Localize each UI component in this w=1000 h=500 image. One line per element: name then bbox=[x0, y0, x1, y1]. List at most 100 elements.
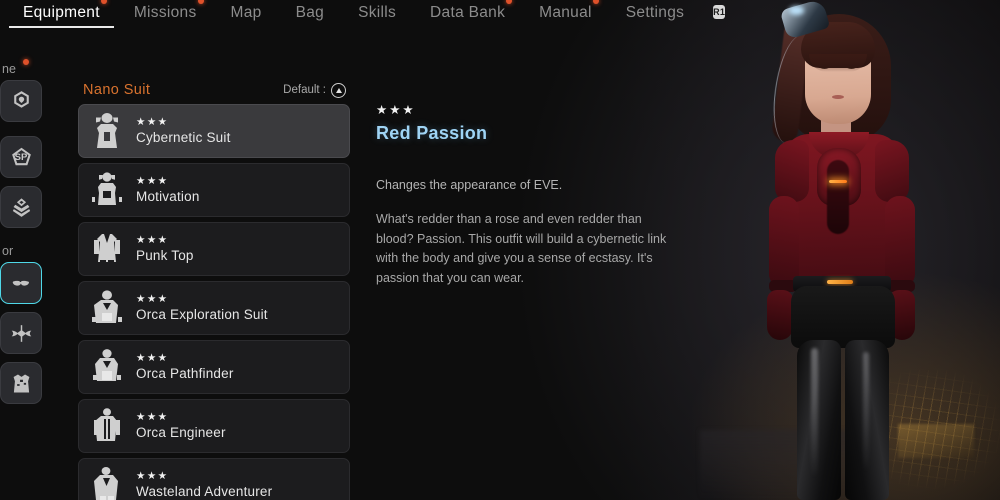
tab-manual[interactable]: Manual bbox=[522, 0, 609, 22]
item-thumbnail bbox=[87, 345, 127, 389]
item-name: Punk Top bbox=[136, 247, 194, 263]
suit-orca-exploration-icon bbox=[92, 290, 122, 323]
exospine-icon bbox=[12, 197, 30, 217]
equipment-slot-rail: ne SP or bbox=[0, 59, 52, 418]
list-item[interactable]: ★★★ Punk Top bbox=[78, 222, 350, 276]
panel-title: Nano Suit bbox=[83, 82, 151, 98]
detail-title: Red Passion bbox=[376, 122, 488, 143]
notification-dot-icon bbox=[592, 0, 599, 4]
belt-light-accent bbox=[827, 280, 853, 284]
item-thumbnail bbox=[87, 227, 127, 271]
item-stars: ★★★ bbox=[136, 116, 169, 129]
tab-equipment-label: Equipment bbox=[23, 4, 100, 21]
blouse-ruffle-inner bbox=[827, 160, 849, 234]
tab-bag[interactable]: Bag bbox=[279, 0, 341, 22]
eve-character-model bbox=[735, 0, 950, 500]
nano-suit-list-panel: Nano Suit Default : ★★★ Cybernetic Suit bbox=[78, 82, 350, 500]
slot-exospine[interactable] bbox=[0, 186, 42, 228]
mouth bbox=[832, 95, 844, 99]
blouse-shoulder-left bbox=[775, 140, 809, 202]
list-item[interactable]: ★★★ Wasteland Adventurer bbox=[78, 458, 350, 500]
hairclip-glow bbox=[789, 6, 804, 15]
rail-group-exospine: SP bbox=[0, 136, 52, 228]
tab-data-bank-label: Data Bank bbox=[430, 4, 506, 21]
slot-sp-module[interactable]: SP bbox=[0, 136, 42, 178]
item-text: ★★★ Cybernetic Suit bbox=[136, 117, 231, 145]
notification-dot-icon bbox=[100, 0, 107, 4]
notification-dot-icon bbox=[22, 59, 29, 65]
leather-leg-left bbox=[797, 340, 841, 500]
chest-light-accent bbox=[829, 180, 847, 183]
leather-sheen-left bbox=[811, 348, 818, 478]
nano-suit-list-header: Nano Suit Default : bbox=[78, 82, 350, 104]
slot-gear-jacket[interactable] bbox=[0, 362, 42, 404]
tab-equipment[interactable]: Equipment bbox=[6, 0, 117, 28]
tab-map[interactable]: Map bbox=[214, 0, 279, 22]
suit-motivation-icon bbox=[92, 172, 122, 205]
item-thumbnail bbox=[87, 286, 127, 330]
top-navigation-bar: Equipment Missions Map Bag Skills Data B… bbox=[0, 0, 726, 34]
item-name: Cybernetic Suit bbox=[136, 129, 231, 145]
list-item[interactable]: ★★★ Cybernetic Suit bbox=[78, 104, 350, 158]
item-thumbnail bbox=[87, 404, 127, 448]
item-thumbnail bbox=[87, 463, 127, 500]
list-item[interactable]: ★★★ Orca Engineer bbox=[78, 399, 350, 453]
tab-settings-label: Settings bbox=[625, 4, 685, 21]
item-text: ★★★ Punk Top bbox=[136, 235, 194, 263]
slot-spine-core[interactable] bbox=[0, 80, 42, 122]
notification-dot-icon bbox=[197, 0, 204, 4]
item-stars: ★★★ bbox=[136, 234, 169, 247]
suit-orca-engineer-icon bbox=[94, 408, 120, 441]
item-text: ★★★ Wasteland Adventurer bbox=[136, 471, 272, 499]
item-thumbnail bbox=[87, 109, 127, 153]
tab-data-bank[interactable]: Data Bank bbox=[413, 0, 522, 22]
tab-manual-label: Manual bbox=[539, 4, 592, 21]
slot-visor[interactable] bbox=[0, 262, 42, 304]
item-text: ★★★ Motivation bbox=[136, 176, 200, 204]
list-item[interactable]: ★★★ Orca Pathfinder bbox=[78, 340, 350, 394]
rail-group-armor: or bbox=[0, 242, 52, 404]
detail-stars: ★★★ bbox=[376, 103, 416, 117]
item-stars: ★★★ bbox=[136, 470, 169, 483]
item-name: Wasteland Adventurer bbox=[136, 483, 273, 499]
item-stars: ★★★ bbox=[136, 411, 169, 424]
r1-shoulder-button-icon[interactable]: R1 bbox=[713, 5, 726, 19]
detail-subtitle: Changes the appearance of EVE. bbox=[376, 177, 563, 192]
triangle-button-icon[interactable] bbox=[331, 82, 346, 98]
detail-description: What's redder than a rose and even redde… bbox=[376, 211, 667, 285]
slot-emblem[interactable] bbox=[0, 312, 42, 354]
rail-label-text: or bbox=[2, 244, 14, 258]
tab-skills-label: Skills bbox=[358, 4, 397, 21]
sp-label: SP bbox=[14, 151, 28, 163]
default-control[interactable]: Default : bbox=[283, 82, 346, 98]
item-name: Orca Pathfinder bbox=[136, 365, 234, 381]
rail-group-spine: ne bbox=[0, 59, 52, 122]
item-name: Orca Engineer bbox=[136, 424, 226, 440]
suit-orca-pathfinder-icon bbox=[93, 349, 121, 381]
item-text: ★★★ Orca Exploration Suit bbox=[136, 294, 268, 322]
item-stars: ★★★ bbox=[136, 352, 169, 365]
jacket-gear-icon bbox=[13, 374, 29, 392]
tab-bag-label: Bag bbox=[295, 4, 325, 21]
tab-missions[interactable]: Missions bbox=[117, 0, 214, 22]
item-name: Motivation bbox=[136, 188, 200, 204]
tab-map-label: Map bbox=[230, 4, 262, 21]
winged-emblem-icon bbox=[11, 324, 31, 342]
item-thumbnail bbox=[87, 168, 127, 212]
default-label: Default : bbox=[283, 84, 326, 96]
tab-settings[interactable]: Settings bbox=[609, 0, 701, 22]
item-detail-panel: ★★★ Red Passion Changes the appearance o… bbox=[376, 103, 676, 289]
rail-group-armor-label: or bbox=[2, 244, 13, 258]
tab-skills[interactable]: Skills bbox=[341, 0, 413, 22]
suit-cybernetic-icon bbox=[96, 113, 118, 148]
notification-dot-icon bbox=[506, 0, 513, 4]
blouse-shoulder-right bbox=[875, 140, 909, 202]
leather-hips bbox=[791, 286, 895, 348]
item-stars: ★★★ bbox=[136, 175, 169, 188]
tab-missions-label: Missions bbox=[133, 4, 197, 21]
list-item[interactable]: ★★★ Orca Exploration Suit bbox=[78, 281, 350, 335]
visor-glasses-icon bbox=[12, 280, 29, 286]
item-stars: ★★★ bbox=[136, 293, 169, 306]
blouse-sleeve-right bbox=[885, 196, 915, 288]
list-item[interactable]: ★★★ Motivation bbox=[78, 163, 350, 217]
